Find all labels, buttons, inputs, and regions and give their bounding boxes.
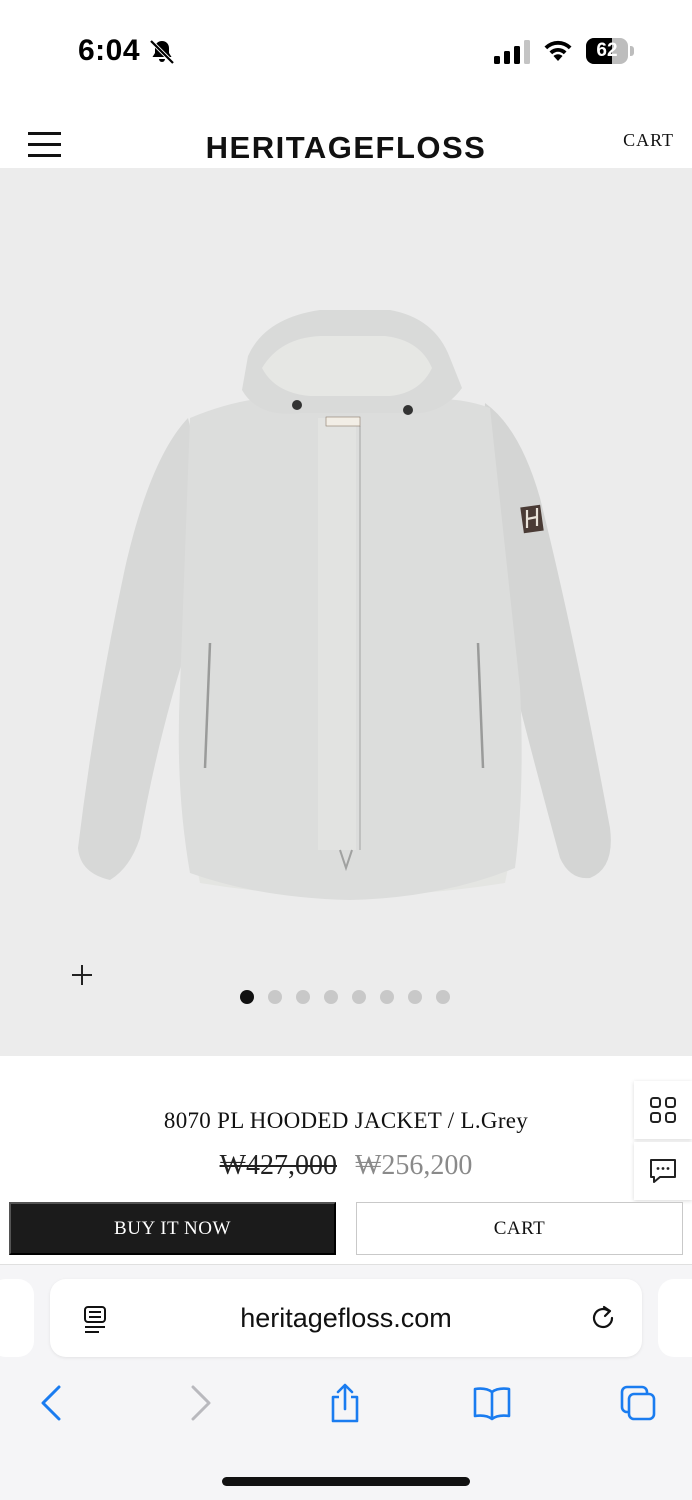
pagination-dot[interactable] [380, 990, 394, 1004]
add-to-cart-button[interactable]: CART [356, 1202, 683, 1255]
product-image-gallery[interactable] [0, 168, 692, 1056]
original-price: ₩427,000 [219, 1150, 337, 1181]
battery-icon: 62 [586, 38, 634, 64]
next-tab-preview[interactable] [658, 1279, 692, 1357]
product-photo-jacket [78, 310, 611, 900]
sale-price: ₩256,200 [355, 1150, 473, 1181]
pagination-dot[interactable] [408, 990, 422, 1004]
buy-it-now-button[interactable]: BUY IT NOW [9, 1202, 336, 1255]
price-row: ₩427,000 ₩256,200 [0, 1150, 692, 1182]
grid-menu-button[interactable] [634, 1081, 692, 1139]
plus-icon[interactable] [70, 963, 94, 987]
status-time: 6:04 [78, 34, 141, 67]
tabs-icon[interactable] [618, 1383, 658, 1423]
url-text: heritagefloss.com [240, 1303, 452, 1333]
grid-icon [650, 1097, 676, 1123]
header-cart-link[interactable]: CART [623, 130, 674, 151]
pagination-dot[interactable] [268, 990, 282, 1004]
wifi-icon [544, 40, 572, 61]
bookmarks-icon[interactable] [472, 1383, 512, 1423]
pagination-dot[interactable] [324, 990, 338, 1004]
share-icon[interactable] [325, 1383, 365, 1423]
bell-slash-icon [149, 39, 175, 65]
pagination-dot[interactable] [436, 990, 450, 1004]
forward-icon[interactable] [180, 1383, 220, 1423]
chat-button[interactable] [634, 1142, 692, 1200]
chat-bubble-icon [650, 1159, 676, 1183]
cellular-signal-icon [494, 40, 530, 64]
home-indicator [222, 1477, 470, 1486]
pagination-dot[interactable] [240, 990, 254, 1004]
gallery-pagination[interactable] [240, 990, 450, 1004]
status-bar: 6:04 62 [0, 0, 692, 100]
previous-tab-preview[interactable] [0, 1279, 34, 1357]
pagination-dot[interactable] [352, 990, 366, 1004]
product-title: 8070 PL HOODED JACKET / L.Grey [163, 1108, 529, 1133]
pagination-dot[interactable] [296, 990, 310, 1004]
back-icon[interactable] [32, 1383, 72, 1423]
reload-icon[interactable] [588, 1303, 618, 1333]
browser-toolbar: heritagefloss.com [0, 1264, 692, 1500]
site-header: HERITAGEFLOSS CART [0, 100, 692, 168]
battery-level: 62 [596, 40, 618, 61]
site-logo[interactable]: HERITAGEFLOSS [0, 130, 692, 166]
address-bar[interactable]: heritagefloss.com [50, 1279, 642, 1357]
